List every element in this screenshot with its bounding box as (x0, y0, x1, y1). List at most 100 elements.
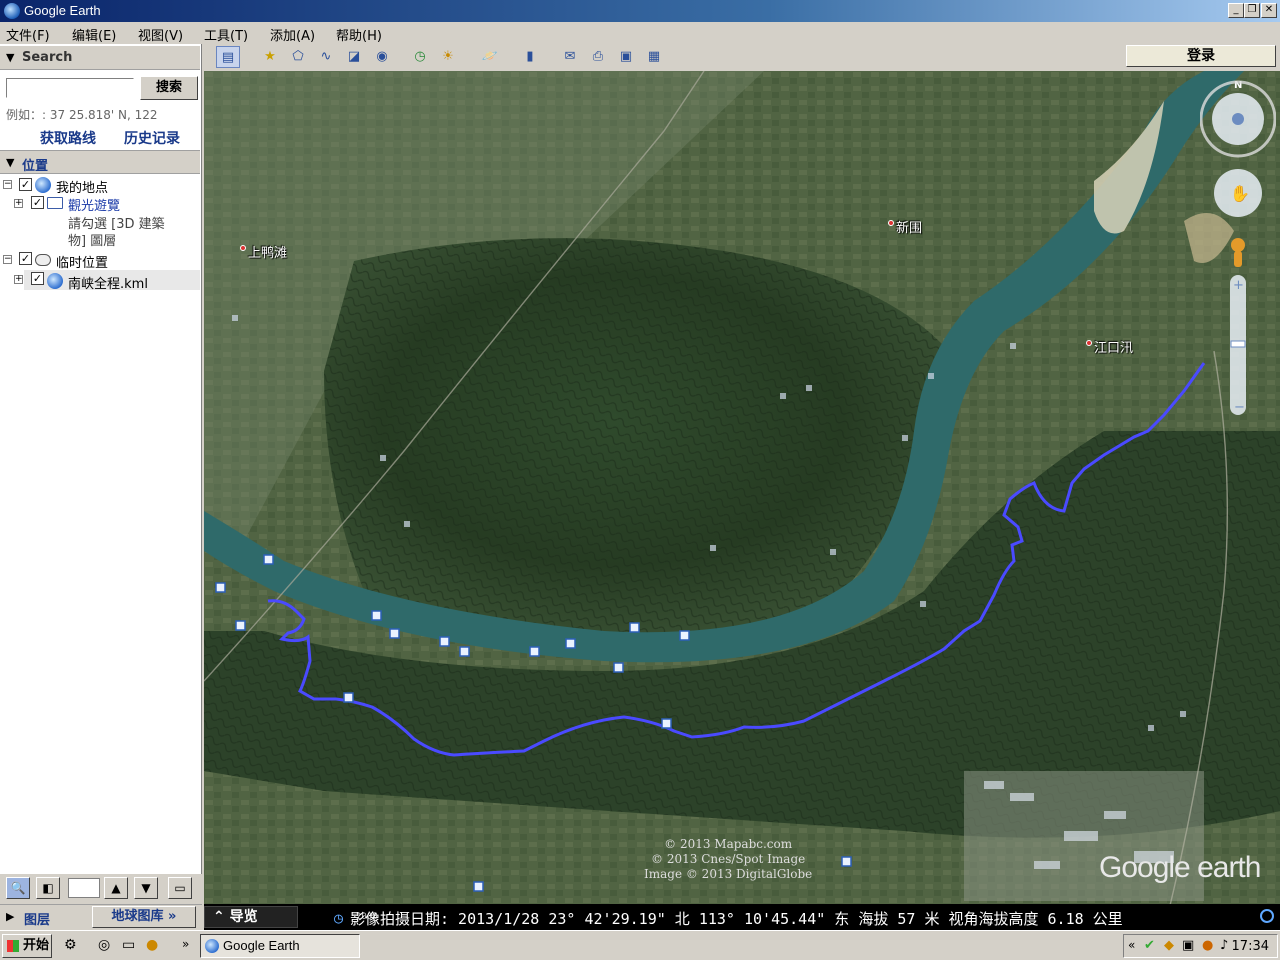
tree-item-temp-places[interactable]: 临时位置 (56, 252, 108, 271)
search-input[interactable] (6, 78, 134, 98)
ruler-icon[interactable]: ▮ (518, 46, 542, 68)
move-up-icon[interactable]: ▲ (104, 877, 128, 899)
email-icon[interactable]: ✉ (558, 46, 582, 68)
places-filter-input[interactable] (68, 878, 100, 898)
menu-file[interactable]: 文件(F) (6, 25, 50, 44)
close-button[interactable]: ✕ (1261, 3, 1277, 18)
print-icon[interactable]: ⎙ (586, 46, 610, 68)
taskbar: 开始 ⚙ ◎ ▭ ● » Google Earth « ✔ ◆ ▣ ● ♪ 17… (0, 930, 1280, 960)
quicklaunch-desktop-icon[interactable]: ▭ (122, 937, 135, 953)
menu-tools[interactable]: 工具(T) (204, 25, 248, 44)
move-down-icon[interactable]: ▼ (134, 877, 158, 899)
save-image-icon[interactable]: ▦ (642, 46, 666, 68)
copyright-line: © 2013 Cnes/Spot Image (651, 852, 806, 866)
collapse-icon[interactable]: − (3, 255, 12, 264)
status-text: 影像拍摄日期: 2013/1/28 23° 42'29.19" 北 113° 1… (350, 910, 1123, 928)
zoom-slider-thumb[interactable] (1230, 340, 1246, 348)
place-label[interactable]: 上鸭滩 (240, 242, 287, 261)
tray-volume-icon[interactable]: ♪ (1220, 938, 1228, 953)
sidebar-toggle-icon[interactable]: ▤ (216, 46, 240, 68)
place-label[interactable]: 新围 (888, 217, 922, 236)
search-places-icon[interactable]: 🔍 (6, 877, 30, 899)
quicklaunch-app-icon[interactable]: ● (146, 937, 158, 953)
imagery-copyright: © 2013 Mapabc.com © 2013 Cnes/Spot Image… (644, 837, 812, 882)
tree-item-my-places[interactable]: 我的地点 (56, 177, 108, 196)
checkbox-temp-places[interactable]: ✓ (19, 252, 32, 265)
copyright-line: © 2013 Mapabc.com (664, 837, 793, 851)
tray-app-icon[interactable]: ◆ (1164, 938, 1174, 953)
checkbox-sightseeing[interactable]: ✓ (31, 196, 44, 209)
places-toolbar: 🔍 ◧ ▲ ▼ ▭ (0, 874, 202, 904)
taskbar-item-label: Google Earth (223, 938, 300, 953)
add-polygon-icon[interactable]: ⬠ (286, 46, 310, 68)
menu-add[interactable]: 添加(A) (270, 25, 315, 44)
expand-icon[interactable]: + (14, 199, 23, 208)
search-button[interactable]: 搜索 (140, 76, 198, 100)
quicklaunch-icon[interactable]: ⚙ (64, 937, 77, 953)
add-path-icon[interactable]: ∿ (314, 46, 338, 68)
quicklaunch-browser-icon[interactable]: ◎ (98, 937, 110, 953)
search-example-text: 例如：: 37 25.818' N, 122 (6, 108, 158, 122)
expand-icon[interactable]: + (14, 275, 23, 284)
tray-expand-icon[interactable]: « (1128, 938, 1135, 952)
taskbar-item-google-earth[interactable]: Google Earth (200, 934, 360, 958)
history-link[interactable]: 历史记录 (124, 128, 180, 148)
places-section-header[interactable]: ▼ 位置 (0, 150, 200, 174)
split-view-icon[interactable]: ◧ (36, 877, 60, 899)
street-view-pegman-icon[interactable] (1231, 238, 1245, 252)
tree-item-kml[interactable]: 南峡全程.kml (68, 273, 148, 292)
eye-icon (1232, 113, 1244, 125)
place-name: 上鸭滩 (248, 246, 288, 261)
places-header-label: 位置 (22, 159, 49, 174)
layers-section-header[interactable]: ▶ 图层 地球图库 » (0, 904, 202, 930)
expand-triangle-icon: ▶ (6, 910, 15, 923)
checkbox-my-places[interactable]: ✓ (19, 178, 32, 191)
record-tour-icon[interactable]: ◉ (370, 46, 394, 68)
kml-globe-icon (47, 273, 63, 289)
map-view[interactable]: 上鸭滩 新围 江口汛 © 2013 Mapabc.com © 2013 Cnes… (204, 71, 1280, 930)
collapse-triangle-icon: ▼ (6, 156, 15, 169)
tour-guide-button[interactable]: ⌃ 导览 (204, 906, 298, 928)
search-section-header[interactable]: ▼ Search (0, 46, 200, 70)
zoom-in-icon[interactable]: + (1233, 278, 1244, 293)
tray-network-icon[interactable]: ▣ (1182, 938, 1194, 953)
collapse-icon[interactable]: − (3, 180, 12, 189)
add-placemark-icon[interactable]: ★ (258, 46, 282, 68)
sunlight-icon[interactable]: ☀ (436, 46, 460, 68)
clock: 17:34 (1231, 939, 1269, 954)
login-button[interactable]: 登录 (1126, 45, 1276, 67)
planet-switch-icon[interactable]: 🪐 (478, 46, 502, 68)
menu-view[interactable]: 视图(V) (138, 25, 183, 44)
quicklaunch-more-icon[interactable]: » (182, 937, 189, 951)
earth-gallery-button[interactable]: 地球图库 » (92, 906, 196, 928)
search-header-label: Search (22, 50, 73, 65)
view-in-maps-icon[interactable]: ▣ (614, 46, 638, 68)
tray-app-icon[interactable]: ✔ (1144, 938, 1155, 953)
get-directions-link[interactable]: 获取路线 (40, 128, 96, 148)
start-button[interactable]: 开始 (2, 934, 52, 958)
tour-label: 导览 (229, 909, 258, 925)
system-tray: « ✔ ◆ ▣ ● ♪ 17:34 (1123, 934, 1278, 958)
minimize-button[interactable]: _ (1228, 3, 1244, 18)
main-toolbar: ▤ ★ ⬠ ∿ ◪ ◉ ◷ ☀ 🪐 ▮ ✉ ⎙ ▣ ▦ 登录 (204, 44, 1280, 71)
pegman-body (1234, 251, 1242, 267)
menu-edit[interactable]: 编辑(E) (72, 25, 116, 44)
tray-app-icon[interactable]: ● (1202, 938, 1213, 953)
zoom-out-icon[interactable]: − (1234, 400, 1245, 415)
menu-help[interactable]: 帮助(H) (336, 25, 382, 44)
add-image-overlay-icon[interactable]: ◪ (342, 46, 366, 68)
tree-item-sightseeing[interactable]: 觀光遊覽 (68, 195, 120, 214)
place-name: 新围 (896, 221, 923, 236)
restore-button[interactable]: ❐ (1244, 3, 1260, 18)
temporary-places-icon (35, 254, 51, 266)
clock-icon[interactable]: ◷ (334, 909, 343, 927)
placemark-dot-icon (888, 220, 894, 226)
collapse-triangle-icon: ▼ (6, 51, 15, 64)
folder-open-icon[interactable]: ▭ (168, 877, 192, 899)
checkbox-kml[interactable]: ✓ (31, 272, 44, 285)
place-label[interactable]: 江口汛 (1086, 337, 1133, 356)
navigation-controls[interactable]: N ✋ + − (1200, 79, 1276, 419)
historical-imagery-icon[interactable]: ◷ (408, 46, 432, 68)
globe-icon (35, 177, 51, 193)
copyright-line: Image © 2013 DigitalGlobe (644, 867, 813, 881)
